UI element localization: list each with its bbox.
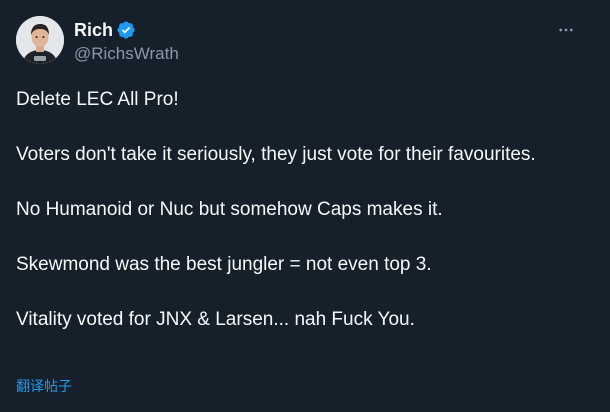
- avatar[interactable]: [16, 16, 64, 64]
- translate-post-link[interactable]: 翻译帖子: [16, 376, 72, 396]
- display-name[interactable]: Rich: [74, 19, 113, 41]
- tweet-paragraph: Voters don't take it seriously, they jus…: [16, 144, 536, 165]
- tweet-card: Rich @RichsWrath Delete LEC All Pro! Vot…: [0, 0, 610, 412]
- tweet-paragraph: Delete LEC All Pro!: [16, 89, 179, 110]
- more-options-icon[interactable]: [556, 20, 576, 40]
- tweet-paragraph: Vitality voted for JNX & Larsen... nah F…: [16, 309, 415, 330]
- display-name-row: Rich: [74, 18, 179, 42]
- author-names: Rich @RichsWrath: [74, 18, 179, 65]
- avatar-image: [16, 16, 64, 64]
- tweet-header: Rich @RichsWrath: [16, 16, 594, 68]
- tweet-paragraph: No Humanoid or Nuc but somehow Caps make…: [16, 199, 443, 220]
- author-handle[interactable]: @RichsWrath: [74, 43, 179, 65]
- tweet-paragraph: Skewmond was the best jungler = not even…: [16, 254, 432, 275]
- tweet-text: Delete LEC All Pro! Voters don't take it…: [16, 88, 594, 332]
- verified-badge-icon[interactable]: [116, 20, 136, 40]
